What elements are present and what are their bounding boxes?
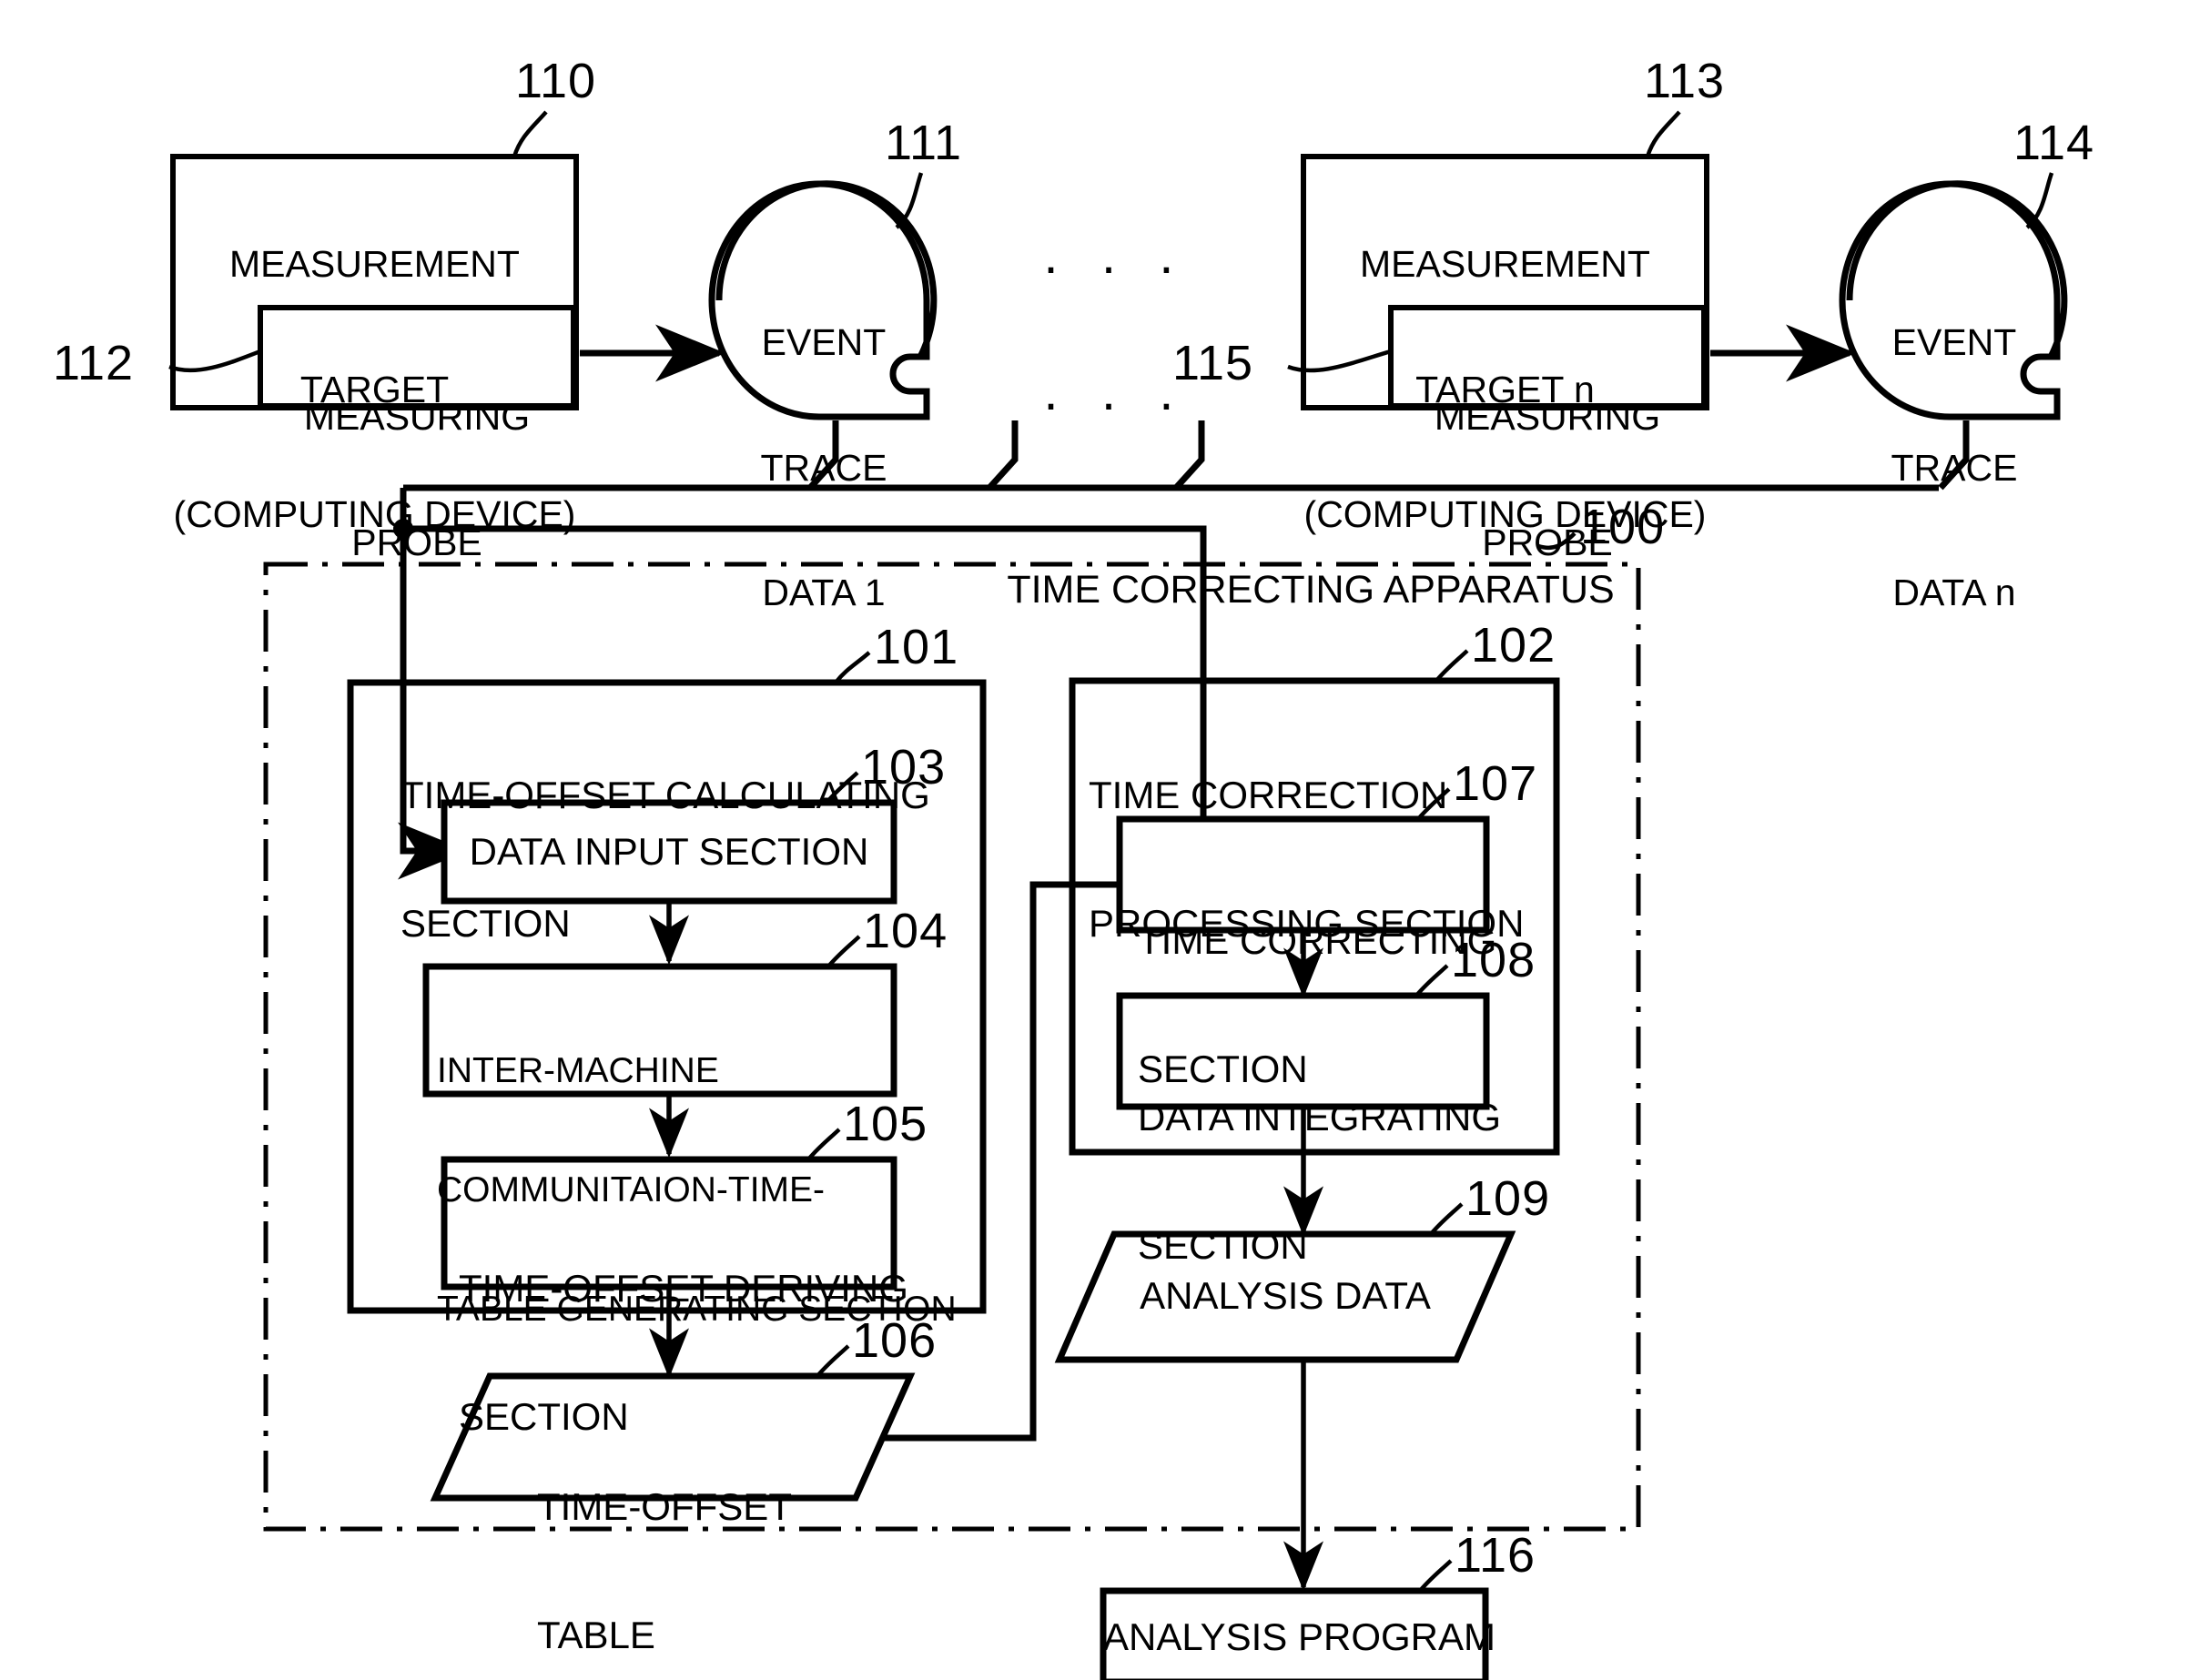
etd1-line2: TRACE — [760, 446, 887, 489]
mpn-line2: PROBE — [1482, 521, 1613, 563]
mt1-line1: MEASUREMENT — [229, 242, 520, 285]
s106-line2: TABLE — [537, 1614, 655, 1657]
wire-ellipsis-left — [987, 420, 1019, 491]
data-input-section-label: DATA INPUT SECTION — [469, 830, 869, 873]
event-trace-data-1-label: EVENT TRACE DATA 1 — [728, 238, 919, 656]
ref-102: 102 — [1471, 618, 1556, 673]
mpn-line1: MEASURING — [1434, 395, 1661, 438]
etdn-line2: TRACE — [1891, 446, 2018, 489]
leader-101 — [834, 651, 871, 684]
patent-figure: 110 111 112 113 114 115 100 101 102 103 … — [0, 0, 2190, 1680]
etd1-line1: EVENT — [761, 320, 887, 363]
data-integrating-section-label: DATA INTEGRATING SECTION — [1138, 1010, 1502, 1310]
ref-112: 112 — [53, 336, 135, 390]
ref-113: 113 — [1644, 54, 1726, 108]
s105-line1: TIME-OFFSET DERIVING — [459, 1267, 908, 1311]
s108-line2: SECTION — [1138, 1224, 1308, 1268]
etd1-line3: DATA 1 — [762, 572, 886, 614]
leader-113 — [1645, 110, 1681, 157]
mtn-line1: MEASUREMENT — [1360, 242, 1650, 285]
event-trace-data-n-label: EVENT TRACE DATA n — [1859, 238, 2050, 656]
analysis-data-label: ANALYSIS DATA — [1140, 1274, 1431, 1317]
mp1-line1: MEASURING — [303, 395, 531, 438]
leader-116 — [1418, 1559, 1453, 1593]
etdn-line3: DATA n — [1892, 572, 2016, 614]
s108-line1: DATA INTEGRATING — [1138, 1096, 1502, 1139]
time-offset-table-label: TIME-OFFSET TABLE — [537, 1400, 901, 1680]
ref-111: 111 — [885, 116, 963, 170]
ellipsis-upper: · · · — [1041, 238, 1189, 297]
leader-110 — [512, 110, 548, 157]
s107-line1: TIME CORRECTING — [1138, 919, 1497, 963]
analysis-program-label: ANALYSIS PROGRAM — [1103, 1615, 1495, 1658]
mp1-line2: PROBE — [351, 521, 482, 563]
apparatus-title: TIME CORRECTING APPARATUS — [1007, 568, 1615, 612]
ref-114: 114 — [2013, 116, 2095, 170]
leader-102 — [1435, 649, 1469, 683]
measuring-probe-n-label: MEASURING PROBE — [1391, 313, 1704, 605]
s104-line1: INTER-MACHINE — [437, 1051, 719, 1091]
ref-116: 116 — [1455, 1528, 1536, 1583]
ellipsis-lower: · · · — [1041, 374, 1189, 433]
ref-110: 110 — [515, 54, 597, 108]
s101-line1: TIME-OFFSET CALCULATING — [400, 774, 930, 817]
s106-line1: TIME-OFFSET — [537, 1485, 792, 1529]
s102-line1: TIME CORRECTION — [1089, 774, 1448, 817]
measuring-probe-1-label: MEASURING PROBE — [260, 313, 573, 605]
etdn-line1: EVENT — [1891, 320, 2017, 363]
s101-line2: SECTION — [400, 902, 571, 946]
